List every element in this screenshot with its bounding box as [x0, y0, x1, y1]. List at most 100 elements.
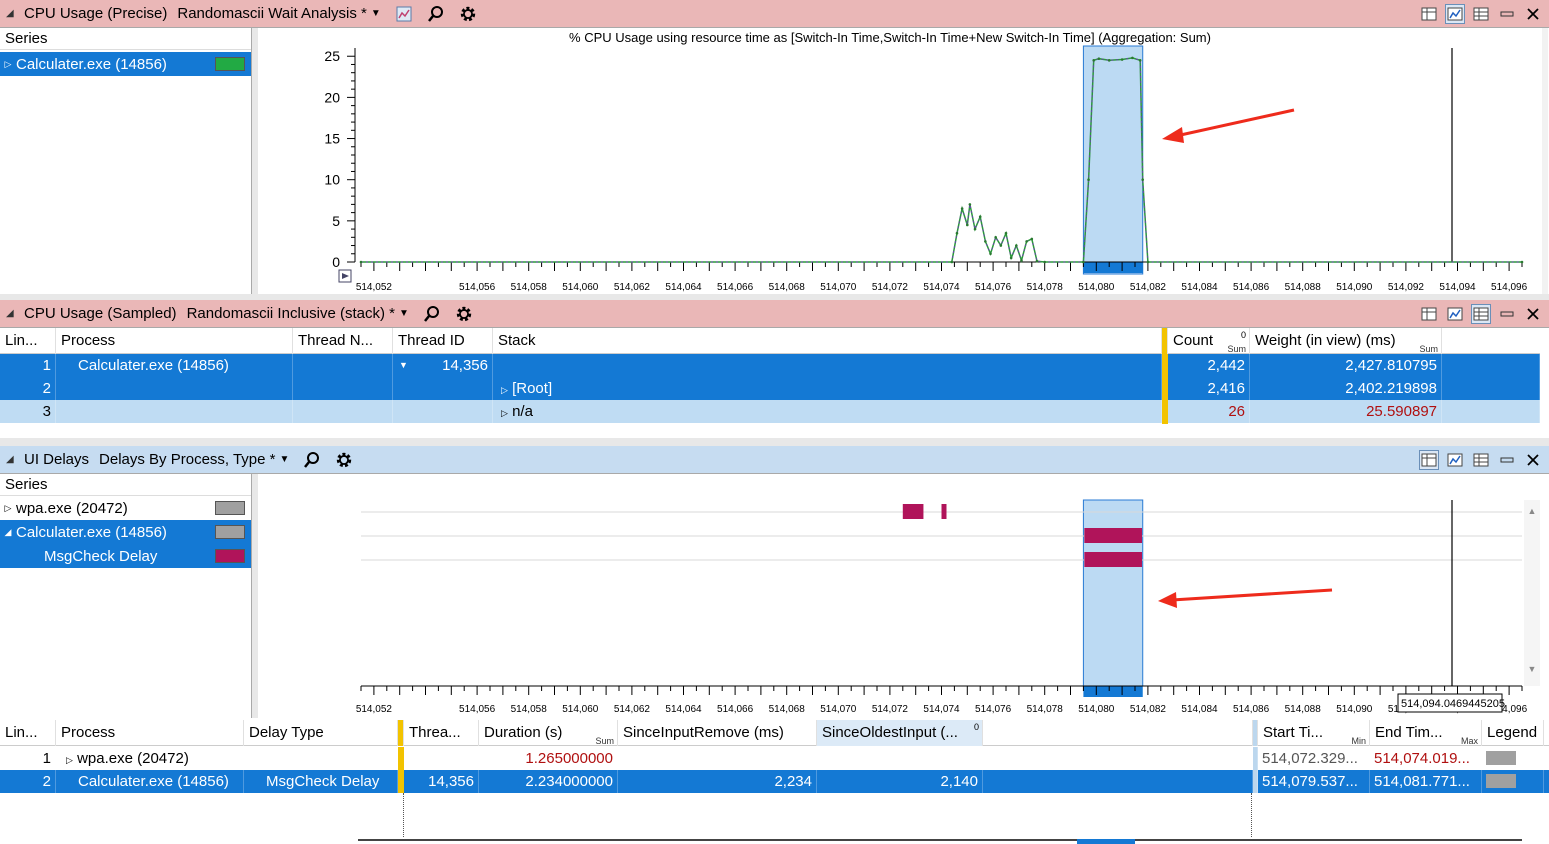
view-selector[interactable]: Randomascii Inclusive (stack) *	[187, 305, 395, 322]
x-tick-label: 514,072	[872, 282, 909, 293]
graph-table-icon[interactable]	[1419, 450, 1439, 470]
data-point	[999, 244, 1003, 247]
x-tick-label: 514,070	[820, 282, 857, 293]
timeline-tick-label: 514,058	[511, 704, 548, 715]
graph-only-icon[interactable]	[1445, 450, 1465, 470]
close-icon[interactable]	[1523, 4, 1543, 24]
column-divider[interactable]	[1162, 354, 1168, 424]
graph-only-icon[interactable]	[1445, 304, 1465, 324]
table-row[interactable]: 1 Calculater.exe (14856) ▼ 14,356 2,442 2…	[0, 354, 1540, 377]
timeline-selection-axis-marker	[1083, 686, 1143, 697]
series-item-calculater[interactable]: ◢ Calculater.exe (14856)	[0, 520, 251, 544]
col-stack[interactable]: Stack	[493, 328, 1162, 354]
col-thread-id[interactable]: Thread ID	[393, 328, 493, 354]
expand-icon[interactable]: ▷	[66, 755, 73, 765]
table-only-icon[interactable]	[1471, 4, 1491, 24]
col-delay-type[interactable]: Delay Type	[244, 720, 398, 746]
series-item-msgcheck[interactable]: MsgCheck Delay	[0, 544, 251, 568]
col-since-input-remove[interactable]: SinceInputRemove (ms)	[618, 720, 817, 746]
cell-process	[56, 377, 293, 400]
close-icon[interactable]	[1523, 450, 1543, 470]
col-weight[interactable]: Weight (in view) (ms) Sum	[1250, 328, 1442, 354]
chevron-down-icon[interactable]: ▼	[399, 308, 409, 319]
chart-title: % CPU Usage using resource time as [Swit…	[569, 30, 1211, 45]
col-legend[interactable]: Legend	[1482, 720, 1544, 746]
column-divider[interactable]	[398, 747, 404, 793]
minimize-icon[interactable]	[1497, 4, 1517, 24]
col-end-time[interactable]: End Tim... Max	[1370, 720, 1482, 746]
series-color-swatch[interactable]	[215, 549, 245, 563]
graph-table-icon[interactable]	[1419, 4, 1439, 24]
col-process[interactable]: Process	[56, 720, 244, 746]
col-thread[interactable]: Threa...	[404, 720, 479, 746]
cpu-usage-chart[interactable]: % CPU Usage using resource time as [Swit…	[258, 28, 1542, 294]
chevron-down-icon[interactable]: ▼	[280, 454, 290, 465]
search-icon[interactable]	[303, 451, 321, 469]
table-row[interactable]: 2 Calculater.exe (14856) MsgCheck Delay …	[0, 770, 1549, 793]
gear-icon[interactable]	[335, 451, 353, 469]
expanded-icon[interactable]: ▼	[399, 354, 408, 377]
col-thread-name[interactable]: Thread N...	[293, 328, 393, 354]
data-point	[1097, 57, 1101, 60]
expand-icon[interactable]: ▷	[0, 59, 16, 70]
collapse-icon[interactable]: ◢	[6, 454, 20, 465]
minimize-icon[interactable]	[1497, 450, 1517, 470]
series-color-swatch[interactable]	[215, 501, 245, 515]
col-duration[interactable]: Duration (s) Sum	[479, 720, 618, 746]
col-line[interactable]: Lin...	[0, 720, 56, 746]
vertical-scrollbar[interactable]	[1542, 28, 1548, 294]
cell-process: Calculater.exe (14856)	[56, 354, 293, 377]
search-icon[interactable]	[427, 5, 445, 23]
table-row[interactable]: 1 ▷ wpa.exe (20472) 1.265000000 514,072.…	[0, 747, 1549, 770]
collapse-icon[interactable]: ◢	[6, 308, 20, 319]
expand-icon[interactable]: ▷	[501, 385, 508, 395]
search-icon[interactable]	[423, 305, 441, 323]
series-item-wpa[interactable]: ▷ wpa.exe (20472)	[0, 496, 251, 520]
col-since-oldest-input[interactable]: SinceOldestInput (... 0	[817, 720, 983, 746]
scroll-down-icon[interactable]: ▼	[1524, 664, 1540, 674]
zoom-reset-icon[interactable]	[338, 269, 352, 283]
panel-splitter[interactable]	[0, 438, 1549, 446]
cell-start-time: 514,079.537...	[1258, 770, 1370, 793]
ui-delays-timeline[interactable]: 514,052 514,056 514,058 514,060 514,062 514,0…	[258, 474, 1542, 718]
agg-label: Max	[1460, 736, 1478, 746]
scroll-up-icon[interactable]: ▲	[1524, 506, 1540, 516]
col-start-time[interactable]: Start Ti... Min	[1258, 720, 1370, 746]
col-count[interactable]: Count Sum 0	[1168, 328, 1250, 354]
chevron-down-icon[interactable]: ▼	[371, 8, 381, 19]
col-process[interactable]: Process	[56, 328, 293, 354]
timeline-tick-label: 514,090	[1336, 704, 1373, 715]
expanded-icon[interactable]: ◢	[0, 527, 16, 538]
table-only-icon[interactable]	[1471, 450, 1491, 470]
graph-settings-icon[interactable]	[395, 5, 413, 23]
expand-icon[interactable]: ▷	[501, 408, 508, 418]
close-icon[interactable]	[1523, 304, 1543, 324]
table-only-icon[interactable]	[1471, 304, 1491, 324]
graph-only-icon[interactable]	[1445, 4, 1465, 24]
view-selector[interactable]: Randomascii Wait Analysis *	[177, 5, 367, 22]
cell-line: 2	[0, 377, 56, 400]
col-spacer	[1442, 328, 1540, 354]
series-color-swatch[interactable]	[215, 57, 245, 71]
data-point	[1131, 56, 1134, 60]
cell-delay-type	[244, 747, 398, 770]
collapse-icon[interactable]: ◢	[6, 8, 20, 19]
gear-icon[interactable]	[455, 305, 473, 323]
x-tick-label: 514,084	[1181, 282, 1218, 293]
gear-icon[interactable]	[459, 5, 477, 23]
timeline-scrollbar[interactable]: ▲ ▼	[1524, 500, 1540, 686]
x-tick-label: 514,074	[923, 282, 960, 293]
cell-legend	[1482, 770, 1544, 793]
col-line[interactable]: Lin...	[0, 328, 56, 354]
graph-table-icon[interactable]	[1419, 304, 1439, 324]
series-color-swatch[interactable]	[215, 525, 245, 539]
expand-icon[interactable]: ▷	[0, 503, 16, 514]
view-selector[interactable]: Delays By Process, Type *	[99, 451, 275, 468]
minimize-icon[interactable]	[1497, 304, 1517, 324]
cell-start-time: 514,072.329...	[1258, 747, 1370, 770]
series-item-calculater[interactable]: ▷ Calculater.exe (14856)	[0, 52, 251, 76]
table-row[interactable]: 3 ▷ n/a 26 25.590897	[0, 400, 1540, 423]
table-row[interactable]: 2 ▷ [Root] 2,416 2,402.219898	[0, 377, 1540, 400]
data-point	[1092, 59, 1096, 62]
cell-duration: 2.234000000	[479, 770, 618, 793]
